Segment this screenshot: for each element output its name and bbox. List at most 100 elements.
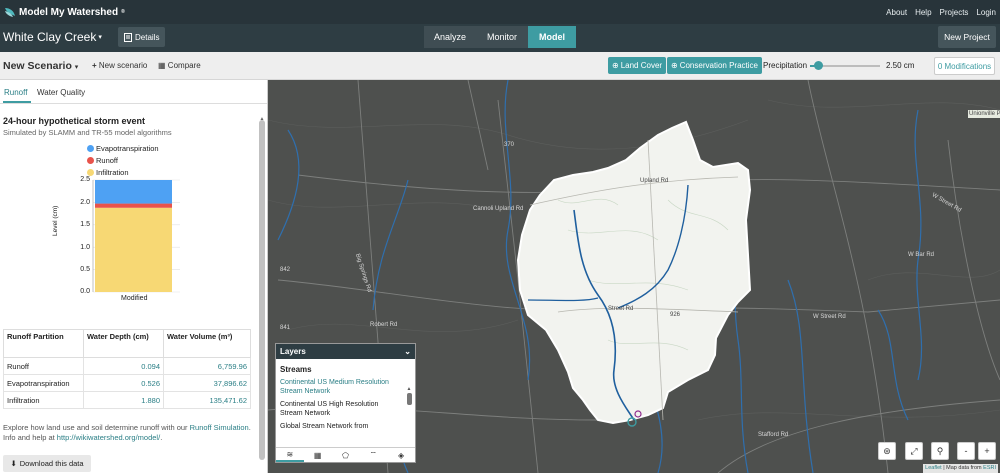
boundary-tab-icon[interactable]: ⬠ xyxy=(332,448,360,462)
main-tabs: Analyze Monitor Model xyxy=(424,26,576,48)
bar-segment-evapotranspiration[interactable] xyxy=(95,180,172,204)
wiki-link[interactable]: http://wikiwatershed.org/model/ xyxy=(57,433,160,442)
new-project-button[interactable]: New Project xyxy=(938,26,996,48)
table-row: Evapotranspiration 0.526 37,896.62 xyxy=(3,374,251,392)
y-tick-label: 0.0 xyxy=(80,288,90,295)
layers-title: Layers xyxy=(280,347,306,356)
column-header: Water Depth (cm) xyxy=(83,329,164,358)
scenario-dropdown[interactable]: New Scenario ▾ xyxy=(3,60,78,72)
help-link[interactable]: Help xyxy=(915,8,931,17)
partition-cell: Runoff xyxy=(3,357,84,375)
grid-tab-icon[interactable]: ▦ xyxy=(304,448,332,462)
y-tick-label: 0.5 xyxy=(80,266,90,273)
pin-icon[interactable]: ⚲ xyxy=(931,442,949,460)
zoom-out-button[interactable]: - xyxy=(957,442,975,460)
leaflet-link[interactable]: Leaflet xyxy=(925,465,942,471)
map-label: 370 xyxy=(504,142,515,148)
precipitation-value: 2.50 cm xyxy=(886,61,915,70)
precipitation-slider[interactable] xyxy=(810,61,880,70)
new-scenario-button[interactable]: + New scenario xyxy=(92,61,147,70)
zoom-in-button[interactable]: + xyxy=(978,442,996,460)
plus-circle-icon: ⊕ xyxy=(612,61,619,70)
map-label: Stafford Rd xyxy=(758,432,789,438)
category-label: Modified xyxy=(121,295,148,302)
scrollbar-thumb[interactable] xyxy=(259,120,265,460)
plus-icon: + xyxy=(92,61,97,70)
runoff-simulation-link[interactable]: Runoff Simulation xyxy=(190,423,249,432)
table-header-row: Runoff Partition Water Depth (cm) Water … xyxy=(3,329,251,358)
layer-option-medium-res[interactable]: Continental US Medium Resolution Stream … xyxy=(276,374,415,396)
y-tick-label: 1.5 xyxy=(80,221,90,228)
explore-prefix: Explore how land use and soil determine … xyxy=(3,423,190,432)
map-label: Cannoli Upland Rd xyxy=(473,206,524,212)
conservation-practice-button[interactable]: ⊕ Conservation Practice xyxy=(667,57,762,74)
precipitation-label: Precipitation xyxy=(763,61,808,70)
details-button[interactable]: Details xyxy=(118,27,166,47)
map-label: Robert Rd xyxy=(370,322,398,328)
y-axis-label: Level (cm) xyxy=(52,205,59,236)
depth-cell: 1.880 xyxy=(83,391,164,409)
layers-tab-icon[interactable]: ◈ xyxy=(387,448,415,462)
app-brand[interactable]: Model My Watershed ® xyxy=(4,6,125,18)
signal-tab-icon[interactable]: ⌔ xyxy=(359,448,387,462)
tab-model[interactable]: Model xyxy=(528,26,576,48)
caret-down-icon: ▾ xyxy=(74,64,79,71)
download-icon: ⬇ xyxy=(10,459,17,468)
download-data-button[interactable]: ⬇ Download this data xyxy=(3,455,91,472)
column-header: Water Volume (m³) xyxy=(163,329,251,358)
slider-handle[interactable] xyxy=(814,61,824,70)
map-label: W Bar Rd xyxy=(908,252,935,258)
projects-link[interactable]: Projects xyxy=(940,8,969,17)
compare-button[interactable]: ▦ Compare xyxy=(158,61,201,70)
scrollbar-thumb[interactable] xyxy=(406,393,412,405)
grid-icon: ▦ xyxy=(158,61,166,70)
watershed-logo-icon xyxy=(5,8,15,17)
locate-icon[interactable]: ⊛ xyxy=(878,442,896,460)
layer-option-global[interactable]: Global Stream Network from xyxy=(276,418,415,431)
login-link[interactable]: Login xyxy=(976,8,996,17)
about-link[interactable]: About xyxy=(886,8,907,17)
details-label: Details xyxy=(135,32,160,42)
bar-segment-infiltration[interactable] xyxy=(95,207,172,292)
modifications-button[interactable]: 0 Modifications xyxy=(934,57,995,75)
explore-suffix: . xyxy=(160,433,163,442)
volume-cell: 37,896.62 xyxy=(163,374,251,392)
chevron-down-icon[interactable]: ⌄ xyxy=(404,347,411,356)
fullscreen-icon[interactable]: ⤢ xyxy=(905,442,923,460)
table-row: Runoff 0.094 6,759.96 xyxy=(3,357,251,375)
scroll-up-icon[interactable]: ▲ xyxy=(406,386,412,392)
project-name-dropdown[interactable]: White Clay Creek ▾ xyxy=(3,30,102,44)
panel-scrollbar[interactable]: ▲ xyxy=(258,116,266,468)
conservation-label: Conservation Practice xyxy=(679,61,758,70)
project-bar: White Clay Creek ▾ Details Analyze Monit… xyxy=(0,24,1000,52)
column-header: Runoff Partition xyxy=(3,329,84,358)
bar-segment-runoff[interactable] xyxy=(95,203,172,208)
attribution-text: | Map data from xyxy=(941,465,984,471)
esri-link[interactable]: ESRI xyxy=(983,465,996,471)
land-cover-button[interactable]: ⊕ Land Cover xyxy=(608,57,667,74)
document-icon xyxy=(124,32,132,42)
volume-cell: 6,759.96 xyxy=(163,357,251,375)
layers-section-title: Streams xyxy=(280,365,312,374)
depth-cell: 0.526 xyxy=(83,374,164,392)
scenario-bar: New Scenario ▾ + New scenario ▦ Compare … xyxy=(0,52,1000,80)
map-label: Unionville Park xyxy=(968,110,1000,118)
map-label: Upland Rd xyxy=(640,178,669,184)
layers-header[interactable]: Layers ⌄ xyxy=(276,344,415,359)
map-label: 926 xyxy=(670,312,681,318)
streams-tab-icon[interactable]: ≋ xyxy=(276,448,304,462)
layers-scrollbar[interactable]: ▲ xyxy=(406,386,412,446)
map-label: W Street Rd xyxy=(813,314,846,320)
volume-cell: 135,471.62 xyxy=(163,391,251,409)
results-panel: Runoff Water Quality 24-hour hypothetica… xyxy=(0,80,268,473)
depth-cell: 0.094 xyxy=(83,357,164,375)
map-label: 841 xyxy=(280,325,291,331)
tab-analyze[interactable]: Analyze xyxy=(424,26,476,48)
y-tick-label: 2.0 xyxy=(80,199,90,206)
map-attribution: Leaflet | Map data from ESRI xyxy=(923,464,998,473)
caret-down-icon: ▾ xyxy=(98,34,102,41)
tab-monitor[interactable]: Monitor xyxy=(476,26,528,48)
trademark-mark: ® xyxy=(121,9,125,15)
layer-option-high-res[interactable]: Continental US High Resolution Stream Ne… xyxy=(276,396,415,418)
map-view[interactable]: Upland Rd Cannoli Upland Rd Big Springs … xyxy=(268,80,1000,473)
